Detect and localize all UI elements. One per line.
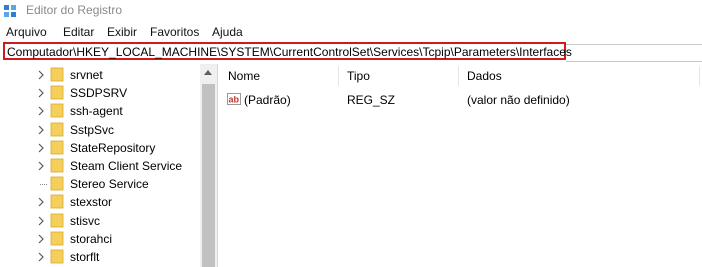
chevron-right-icon[interactable] bbox=[37, 143, 45, 153]
chevron-right-icon[interactable] bbox=[37, 125, 45, 135]
tree-item-label: SstpSvc bbox=[70, 122, 115, 137]
address-bar-extension bbox=[566, 44, 702, 62]
folder-icon bbox=[50, 85, 64, 100]
tree-item-label: Steam Client Service bbox=[70, 159, 183, 173]
folder-icon bbox=[50, 213, 64, 227]
chevron-right-icon[interactable] bbox=[37, 70, 45, 80]
menu-editar[interactable]: Editar bbox=[63, 25, 94, 39]
folder-icon bbox=[50, 140, 64, 155]
menu-favoritos[interactable]: Favoritos bbox=[150, 25, 199, 39]
column-divider[interactable] bbox=[338, 66, 339, 86]
registry-editor-icon bbox=[4, 5, 16, 17]
menu-arquivo[interactable]: Arquivo bbox=[6, 25, 47, 39]
tree-item-label: storflt bbox=[70, 250, 100, 264]
folder-icon bbox=[50, 67, 64, 82]
scroll-up-icon[interactable] bbox=[204, 70, 212, 75]
folder-icon bbox=[50, 176, 64, 191]
folder-icon bbox=[50, 249, 64, 264]
chevron-right-icon[interactable] bbox=[37, 197, 45, 207]
value-type: REG_SZ bbox=[347, 93, 396, 107]
column-header-nome[interactable]: Nome bbox=[228, 69, 260, 83]
chevron-right-icon[interactable] bbox=[37, 234, 45, 244]
chevron-right-icon[interactable] bbox=[37, 252, 45, 262]
tree-item[interactable]: storflt bbox=[0, 248, 200, 266]
tree-item-label: SSDPSRV bbox=[70, 86, 128, 101]
tree-item[interactable]: SSDPSRV bbox=[0, 84, 200, 102]
registry-tree: srvnet SSDPSRV ssh-agent SstpSvc StateReposi… bbox=[0, 64, 218, 267]
window-title: Editor do Registro bbox=[26, 3, 123, 17]
tree-item[interactable]: SstpSvc bbox=[0, 121, 200, 139]
tree-item[interactable]: stexstor bbox=[0, 193, 200, 211]
tree-connector bbox=[40, 184, 47, 186]
tree-item-label: stisvc bbox=[70, 213, 100, 228]
folder-icon bbox=[50, 122, 64, 136]
tree-item-label: StateRepository bbox=[70, 140, 156, 155]
value-data: (valor não definido) bbox=[467, 93, 570, 107]
value-name[interactable]: (Padrão) bbox=[244, 93, 291, 107]
chevron-right-icon[interactable] bbox=[37, 161, 45, 171]
column-divider[interactable] bbox=[699, 66, 700, 86]
tree-item[interactable]: stisvc bbox=[0, 212, 200, 230]
values-list: Nome Tipo Dados ab (Padrão) REG_SZ (valo… bbox=[221, 64, 702, 267]
title-bar: Editor do Registro bbox=[0, 0, 702, 22]
tree-item[interactable]: Stereo Service bbox=[0, 175, 200, 193]
menu-ajuda[interactable]: Ajuda bbox=[212, 25, 243, 39]
folder-icon bbox=[50, 158, 64, 173]
tree-item-label: srvnet bbox=[70, 68, 103, 82]
tree-item[interactable]: Steam Client Service bbox=[0, 157, 200, 175]
address-bar[interactable]: Computador\HKEY_LOCAL_MACHINE\SYSTEM\Cur… bbox=[3, 42, 572, 60]
folder-icon bbox=[50, 194, 64, 209]
chevron-right-icon[interactable] bbox=[37, 216, 45, 226]
tree-item-label: stexstor bbox=[70, 195, 113, 210]
address-path[interactable]: Computador\HKEY_LOCAL_MACHINE\SYSTEM\Cur… bbox=[7, 45, 572, 59]
tree-item[interactable]: StateRepository bbox=[0, 139, 200, 157]
tree-item[interactable]: srvnet bbox=[0, 66, 200, 84]
scroll-thumb[interactable] bbox=[202, 84, 215, 267]
tree-item[interactable]: ssh-agent bbox=[0, 102, 200, 120]
column-header-tipo[interactable]: Tipo bbox=[347, 69, 370, 83]
chevron-right-icon[interactable] bbox=[37, 88, 45, 98]
chevron-right-icon[interactable] bbox=[37, 106, 45, 116]
folder-icon bbox=[50, 231, 64, 246]
menu-exibir[interactable]: Exibir bbox=[107, 25, 137, 39]
folder-icon bbox=[50, 103, 64, 118]
column-header-dados[interactable]: Dados bbox=[467, 69, 502, 83]
tree-item-label: ssh-agent bbox=[70, 104, 123, 119]
tree-item[interactable]: storahci bbox=[0, 230, 200, 248]
column-divider[interactable] bbox=[458, 66, 459, 86]
tree-scrollbar[interactable] bbox=[200, 64, 217, 267]
string-value-icon: ab bbox=[227, 93, 241, 105]
tree-item-label: Stereo Service bbox=[70, 177, 149, 192]
tree-item-label: storahci bbox=[70, 231, 113, 246]
svg-text:ab: ab bbox=[229, 95, 240, 105]
menu-bar: Arquivo Editar Exibir Favoritos Ajuda bbox=[0, 23, 702, 41]
